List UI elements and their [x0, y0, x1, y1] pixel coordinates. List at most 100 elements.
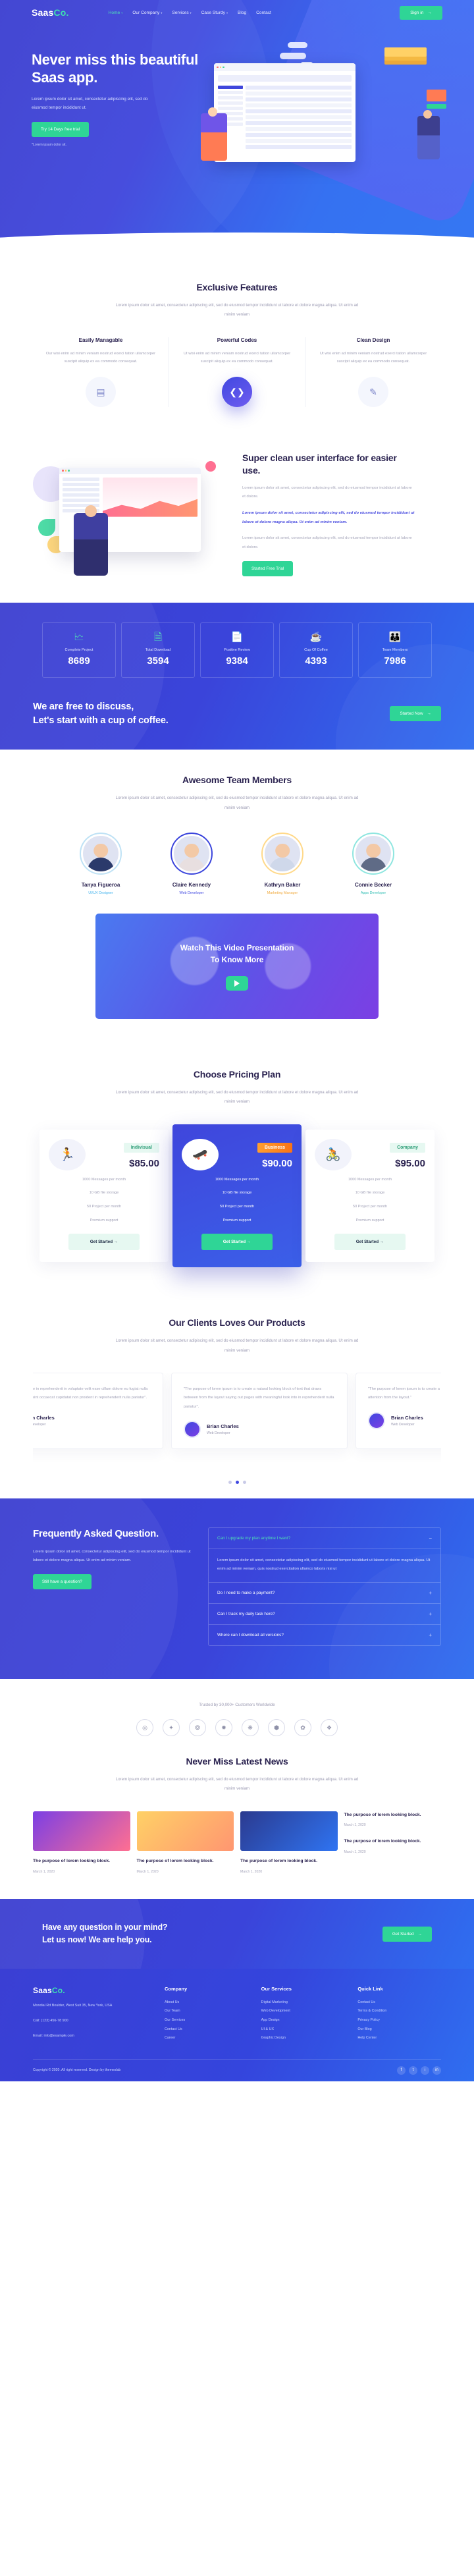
footer-link[interactable]: Contact Us — [357, 1998, 441, 2008]
blog-side-date: March 1, 2020 — [344, 1823, 366, 1828]
nav-item-services[interactable]: Services ▾ — [172, 11, 191, 15]
logo-main: Saas — [32, 7, 54, 18]
footer-link[interactable]: App Design — [261, 2016, 345, 2025]
feature-card[interactable]: Easily Managable Our wisi enim ad minim … — [33, 337, 169, 408]
testimonial-author: Brian Charles Web Developer — [184, 1420, 335, 1438]
chevron-down-icon: ▾ — [190, 11, 192, 14]
pen-icon: ✎ — [358, 377, 388, 408]
team-member-card[interactable]: Connie Becker Apps Developer — [332, 832, 415, 895]
plus-icon: + — [429, 1590, 432, 1597]
window-dot-yellow — [219, 66, 221, 69]
carousel-dot[interactable] — [242, 1480, 246, 1484]
faq-answer: Lorem ipsum dolor sit amet, consectetur … — [209, 1549, 440, 1583]
facebook-icon[interactable]: f — [397, 2066, 406, 2075]
footer-link[interactable]: Our Team — [165, 2007, 248, 2016]
footer-link[interactable]: Privacy Policy — [357, 2016, 441, 2025]
faq-item-payment[interactable]: Do I need to make a payment? + — [209, 1583, 440, 1604]
leaf-decoration — [38, 518, 55, 536]
footer-link[interactable]: UI & UX — [261, 2025, 345, 2035]
stats-grid: 🗠 Complete Project 8689 🗎 Total Download… — [0, 622, 474, 678]
arrow-right-icon: → — [113, 1240, 118, 1245]
testimonials-carousel[interactable]: "Duis aute irure dolor in reprehenderit … — [33, 1372, 441, 1471]
plan-get-started-button[interactable]: Get Started → — [334, 1234, 406, 1251]
sign-in-button[interactable]: Sign in → — [400, 5, 442, 20]
footer-link[interactable]: Our Blog — [357, 2025, 441, 2035]
footer-link[interactable]: Terms & Condition — [357, 2007, 441, 2016]
nav-item-home[interactable]: Home ▾ — [109, 11, 123, 15]
clean-ui-trial-button[interactable]: Started Free Trial — [242, 561, 294, 577]
blog-card[interactable]: The purpose of lorem looking block. Marc… — [240, 1811, 338, 1874]
blog-side-title: The purpose of lorem looking block. — [344, 1812, 421, 1817]
blog-side-date: March 1, 2020 — [344, 1850, 366, 1855]
feature-title: Powerful Codes — [217, 337, 257, 343]
team-section: Awesome Team Members Lorem ipsum dolor s… — [0, 750, 474, 1044]
blog-side-item[interactable]: The purpose of lorem looking block. Marc… — [344, 1838, 442, 1854]
site-logo[interactable]: SaasCo. — [32, 7, 69, 18]
instagram-icon[interactable]: i — [421, 2066, 429, 2075]
footer-link[interactable]: Help Center — [357, 2034, 441, 2043]
faq-item-upgrade-plan[interactable]: Can I upgrade my plan anytime I want? − — [209, 1528, 440, 1549]
testimonial-author-role: Web Developer — [33, 1422, 46, 1427]
footer-link[interactable]: Graphic Design — [261, 2034, 345, 2043]
code-icon: ❮❯ — [222, 377, 252, 408]
carousel-dot-active[interactable] — [235, 1480, 239, 1484]
team-member-role: Marketing Manager — [267, 891, 298, 895]
footer-link[interactable]: Contact Us — [165, 2025, 248, 2035]
clean-ui-copy: Super clean user interface for easier us… — [242, 452, 441, 577]
avatar — [265, 835, 300, 871]
plan-get-started-button[interactable]: Get Started → — [68, 1234, 140, 1251]
pricing-plan-business: 🛹 Business $90.00 1000 Messages per mont… — [172, 1124, 302, 1268]
footer-link[interactable]: Our Services — [165, 2016, 248, 2025]
twitter-icon[interactable]: t — [409, 2066, 417, 2075]
faq-item-track-task[interactable]: Can I track my daily task here? + — [209, 1604, 440, 1626]
testimonial-card: "The purpose of lorem ipsum is to create… — [171, 1372, 348, 1449]
faq-question-button[interactable]: Still have a question? — [33, 1574, 92, 1590]
logo-accent: Co. — [51, 1985, 65, 1995]
avatar — [368, 1411, 385, 1429]
nav-label: Home — [108, 10, 120, 15]
stat-label: Positive Review — [224, 648, 250, 653]
brand-logo-6: ⬢ — [268, 1719, 285, 1737]
blog-side-title: The purpose of lorem looking block. — [344, 1839, 421, 1844]
footer-link[interactable]: Web Development — [261, 2007, 345, 2016]
footer-link[interactable]: Digital Marketing — [261, 1998, 345, 2008]
nav-item-blog[interactable]: Blog — [238, 11, 246, 15]
blog-card[interactable]: The purpose of lorem looking block. Marc… — [33, 1811, 130, 1874]
hero-trial-button[interactable]: Try 14 Days free trial — [32, 121, 90, 137]
nav-item-contact[interactable]: Contact — [256, 11, 271, 15]
blog-card[interactable]: The purpose of lorem looking block. Marc… — [136, 1811, 234, 1874]
nav-item-case-sturdy[interactable]: Case Sturdy ▾ — [201, 11, 228, 15]
nav-item-our-company[interactable]: Our Company ▾ — [132, 11, 162, 15]
minus-icon: − — [429, 1535, 432, 1541]
plan-feature: 1000 Messages per month — [215, 1177, 259, 1182]
video-presentation-banner[interactable]: Watch This Video Presentation To Know Mo… — [95, 913, 379, 1019]
team-member-card[interactable]: Tanya Figueroa UI/UX Designer — [59, 832, 142, 895]
play-button[interactable] — [226, 975, 248, 991]
avatar-ring — [352, 832, 394, 875]
coffee-started-button[interactable]: Started Now → — [390, 706, 441, 722]
blog-side-item[interactable]: The purpose of lorem looking block. Marc… — [344, 1811, 442, 1828]
feature-card[interactable]: Powerful Codes Ut wisi enim ad minim ven… — [169, 337, 305, 408]
cta-get-started-button[interactable]: Get Started → — [382, 1926, 432, 1942]
testimonial-card: "The purpose of lorem ipsum is to create… — [356, 1372, 441, 1449]
person-illustration-right — [417, 110, 440, 159]
feature-card[interactable]: Clean Design Ut wisi enim ad minim venia… — [305, 337, 441, 408]
linkedin-icon[interactable]: in — [433, 2066, 441, 2075]
site-footer: SaasCo. Mondial Rd Boulder, West Suit 35… — [0, 1968, 474, 2081]
sign-in-label: Sign in — [410, 10, 424, 15]
footer-link[interactable]: Career — [165, 2034, 248, 2043]
footer-logo[interactable]: SaasCo. — [33, 1986, 151, 1995]
faq-item-download-versions[interactable]: Where can I download all versions? + — [209, 1625, 440, 1645]
mockup-content — [246, 86, 352, 151]
team-member-role: Web Developer — [179, 891, 204, 895]
footer-email: Email: info@example.com — [33, 2033, 74, 2038]
people-group-icon: 👪 — [388, 632, 402, 644]
stat-value: 4393 — [305, 655, 327, 667]
carousel-dot[interactable] — [228, 1480, 232, 1484]
plan-get-started-button[interactable]: Get Started → — [201, 1234, 273, 1251]
team-member-role: Apps Developer — [360, 891, 386, 895]
team-member-card[interactable]: Kathryn Baker Marketing Manager — [241, 832, 324, 895]
footer-link[interactable]: About Us — [165, 1998, 248, 2008]
stat-label: Cup Of Coffee — [304, 648, 328, 653]
team-member-card[interactable]: Claire Kennedy Web Developer — [150, 832, 233, 895]
